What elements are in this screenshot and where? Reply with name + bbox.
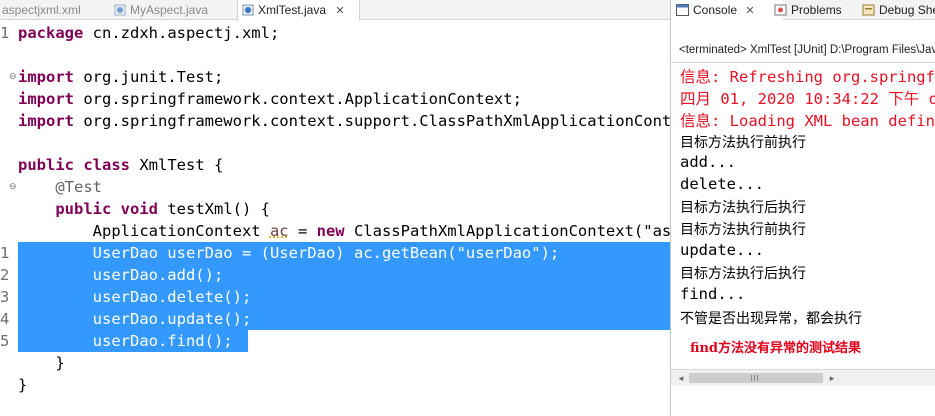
tab-label: MyAspect.java [130,3,209,17]
code-line: import org.springframework.context.suppo… [0,110,670,132]
keyword: public [18,156,74,174]
line-number: 1 [0,244,10,262]
keyword: public [18,200,112,218]
fold-icon[interactable]: ⊖ [9,72,17,82]
code-text: org.junit.Test; [74,68,224,86]
keyword: import [18,68,74,86]
scrollbar-thumb[interactable] [689,373,823,383]
console-line: 信息: Refreshing org.springframework.conte… [680,68,935,86]
code-line: ApplicationContext ac = new ClassPathXml… [0,220,670,242]
code-text: cn.zdxh.aspectj.xml; [83,24,280,42]
code-text: } [18,376,28,394]
annotation: @Test [18,178,102,196]
code-text: userDao.update(); [18,310,252,328]
console-icon [676,4,689,16]
tab-problems[interactable]: Problems [769,0,871,20]
fold-icon[interactable]: ⊖ [9,182,17,192]
scroll-right-icon[interactable]: ▸ [824,370,840,386]
code-text: userDao.find(); [18,332,233,350]
console-line: 目标方法执行前执行 [680,135,806,151]
console-line: 目标方法执行前执行 [680,222,806,238]
code-line-selected: 3 userDao.delete(); [0,286,670,308]
tab-label: Console [693,3,738,17]
debug-shell-icon [862,4,875,16]
keyword: class [83,156,131,174]
line-number: 5 [0,332,10,350]
code-line: public class XmlTest { [0,154,670,176]
code-text: = [288,222,317,240]
code-line-selected: 2 userDao.add(); [0,264,670,286]
code-text: userDao.delete(); [18,288,252,306]
console-line: update... [680,241,764,259]
close-icon[interactable]: ✕ [745,5,754,17]
console-line: 目标方法执行后执行 [680,200,806,216]
code-line: } [0,352,670,374]
console-status: <terminated> XmlTest [JUnit] D:\Program … [679,44,935,56]
code-area[interactable]: 1 package cn.zdxh.aspectj.xml; ⊖ import … [0,22,670,396]
code-text: org.springframework.context.ApplicationC… [74,90,522,108]
close-icon[interactable]: ✕ [335,5,344,17]
code-text: testXml() { [158,200,270,218]
keyword: new [316,222,345,240]
console-line: 不管是否出现异常，都会执行 [680,311,862,327]
code-line-selected: 5 userDao.find(); [0,330,670,352]
code-text: ClassPathXmlApplicationContext("aspectjx… [353,222,670,240]
code-text: UserDao userDao = (UserDao) ac.getBean("… [18,244,560,262]
horizontal-scrollbar[interactable]: ◂ ▸ [671,369,935,386]
console-view[interactable]: Console ✕ Problems Debug Shell <terminat… [670,0,935,416]
keyword: void [120,200,158,218]
keyword: import [18,112,74,130]
console-output[interactable]: 信息: Refreshing org.springframework.conte… [671,62,935,369]
console-line: 信息: Loading XML bean definitions from cl… [680,112,935,130]
line-number: 2 [0,266,10,284]
line-number: 1 [0,24,10,42]
console-bottom [671,386,935,416]
code-text: ApplicationContext [18,222,270,240]
editor-tab-bar: aspectjxml.xml MyAspect.java XmlTest.jav… [0,0,670,21]
code-editor[interactable]: aspectjxml.xml MyAspect.java XmlTest.jav… [0,0,670,416]
console-line: 四月 01, 2020 10:34:22 下午 org.springframew… [680,90,935,108]
line-number: 3 [0,288,10,306]
line-number: 4 [0,310,10,328]
code-line: import org.springframework.context.Appli… [0,88,670,110]
console-line: 目标方法执行后执行 [680,266,806,282]
scroll-left-icon[interactable]: ◂ [673,370,689,386]
code-text: } [18,354,65,372]
variable-warning[interactable]: ac [270,222,289,240]
tab-myaspect[interactable]: MyAspect.java [110,0,235,20]
tab-aspectjxml[interactable]: aspectjxml.xml [0,0,108,20]
tab-label: aspectjxml.xml [2,3,81,17]
annotation-note: find方法没有异常的测试结果 [690,341,861,356]
thumb-grip [751,375,752,381]
java-file-icon [114,4,126,16]
console-tab-bar: Console ✕ Problems Debug Shell [671,0,935,21]
problems-icon [774,4,787,16]
code-line-selected: 1 UserDao userDao = (UserDao) ac.getBean… [0,242,670,264]
console-line: find... [680,285,746,303]
tab-xmltest[interactable]: XmlTest.java ✕ [237,0,360,21]
console-line: add... [680,153,736,171]
keyword: package [18,24,84,42]
code-line: } [0,374,670,396]
thumb-grip [757,375,758,381]
tab-label: Problems [791,3,842,17]
code-line: ⊖ @Test [0,176,670,198]
tab-console[interactable]: Console ✕ [671,0,783,21]
keyword: import [18,90,74,108]
code-line: public void testXml() { [0,198,670,220]
tab-debug-shell[interactable]: Debug Shell [857,0,935,20]
tab-label: Debug Shell [879,3,935,17]
code-text: XmlTest { [130,156,224,174]
thumb-grip [754,375,755,381]
tab-label: XmlTest.java [258,3,327,17]
code-line-selected: 4 userDao.update(); [0,308,670,330]
code-text: userDao.add(); [18,266,224,284]
console-line: delete... [680,175,764,193]
code-line: 1 package cn.zdxh.aspectj.xml; [0,22,670,44]
code-text: org.springframework.context.support.Clas… [74,112,670,130]
java-file-icon [242,4,254,16]
code-line: ⊖ import org.junit.Test; [0,66,670,88]
